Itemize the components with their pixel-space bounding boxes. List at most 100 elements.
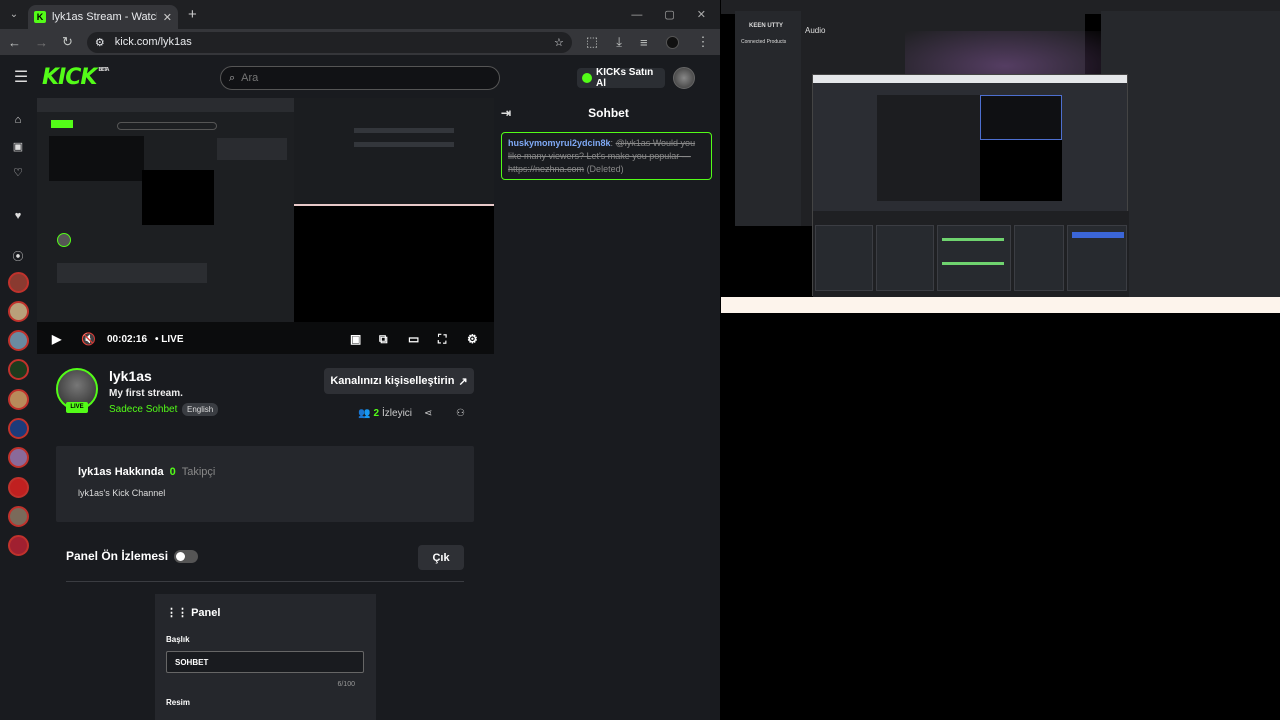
kick-logo[interactable]: KICK BETA <box>42 64 109 90</box>
fullscreen-icon[interactable]: ⛶ <box>438 332 446 347</box>
collapse-chat-icon[interactable]: ⇥ <box>501 106 511 120</box>
minimize-icon[interactable]: — <box>631 9 642 21</box>
toolbar-icons: ⬚ ⤓ ≡ ⋮ <box>586 34 710 50</box>
close-window-icon[interactable]: ✕ <box>697 8 706 21</box>
browser-menu-icon[interactable]: ⋮ <box>697 34 710 50</box>
hamburger-menu-icon[interactable]: ☰ <box>0 67 42 87</box>
viewer-number: 2 <box>373 408 380 419</box>
reload-icon[interactable]: ↻ <box>62 34 73 50</box>
drag-handle-icon[interactable]: ⋮⋮ <box>166 607 188 619</box>
title-input[interactable]: SOHBET <box>166 651 364 673</box>
followed-channel-avatar[interactable] <box>8 359 29 380</box>
tab-strip: ⌄ K lyk1as Stream - Watch Live on K ✕ + … <box>0 0 720 29</box>
chat-deleted-status: (Deleted) <box>586 164 624 174</box>
live-indicator[interactable]: • LIVE <box>155 334 184 345</box>
obs-window <box>812 74 1129 297</box>
followed-channel-avatar[interactable] <box>8 389 29 410</box>
home-icon[interactable]: ⌂ <box>11 113 25 127</box>
panel-preview-toggle[interactable] <box>174 549 199 563</box>
panel-preview-header: Panel Ön İzlemesi <box>66 549 199 563</box>
logo-text: KICK <box>42 64 97 90</box>
chat-username[interactable]: huskymomyrui2ydcin8k <box>508 138 611 148</box>
mirrored-settings-preview <box>294 98 494 206</box>
browser-tab[interactable]: K lyk1as Stream - Watch Live on K ✕ <box>28 5 178 29</box>
play-icon[interactable]: ▶ <box>52 332 61 346</box>
customize-channel-label: Kanalınızı kişiselleştirin <box>330 375 455 387</box>
kick-header: ☰ KICKBETA ⌕ KICKs Satın Al <box>0 55 720 99</box>
obs-titlebar <box>813 75 1127 83</box>
char-counter: 6/100 <box>337 681 355 688</box>
bookmark-star-icon[interactable]: ☆ <box>554 36 564 49</box>
omnibox[interactable]: ⚙ kick.com/lyk1as ☆ <box>86 31 572 53</box>
customize-channel-button[interactable]: Kanalınızı kişiselleştirin ↗ <box>324 368 474 394</box>
maximize-icon[interactable]: ▢ <box>664 8 674 21</box>
search-box[interactable]: ⌕ <box>220 66 500 90</box>
panel-preview-title: Panel Ön İzlemesi <box>66 549 169 563</box>
playback-time: 00:02:16 <box>107 334 148 345</box>
miniplayer-icon[interactable]: ▣ <box>350 332 361 346</box>
buy-kicks-button[interactable]: KICKs Satın Al <box>577 67 665 89</box>
follow-user-icon[interactable]: ⚇ <box>456 408 465 419</box>
followed-channel-avatar[interactable] <box>8 301 29 322</box>
forward-icon[interactable]: → <box>35 35 48 50</box>
new-tab-icon[interactable]: + <box>188 6 197 23</box>
theater-mode-icon[interactable]: ▭ <box>408 332 419 346</box>
channel-description: lyk1as's Kick Channel <box>78 488 166 498</box>
panel-editor-card: ⋮⋮ Panel Başlık SOHBET 6/100 Resim <box>155 594 376 720</box>
about-section: lyk1as Hakkında 0 Takipçi lyk1as's Kick … <box>56 446 474 522</box>
settings-gear-icon[interactable]: ⚙ <box>467 332 478 346</box>
followed-channel-avatar[interactable] <box>8 418 29 439</box>
channel-name: lyk1as <box>109 368 152 384</box>
following-heart-icon[interactable]: ♡ <box>11 166 25 180</box>
muted-volume-icon[interactable]: 🔇 <box>81 332 96 346</box>
viewer-count: 👥 2 İzleyici <box>358 408 412 419</box>
tab-title: lyk1as Stream - Watch Live on K <box>52 11 157 23</box>
left-sidebar: ⌂ ▣ ♡ ♥ ⦿ <box>0 99 36 720</box>
followed-channel-avatar[interactable] <box>8 447 29 468</box>
video-controls: ▶ 🔇 00:02:16 • LIVE ▣ ⧉ ▭ ⛶ ⚙ <box>37 326 494 354</box>
external-link-icon: ↗ <box>458 375 468 388</box>
extensions-icon[interactable]: ⬚ <box>586 34 598 50</box>
stream-category[interactable]: Sadece Sohbet <box>109 404 177 415</box>
section-label: Connected Products <box>741 39 787 45</box>
panel-card-title: Panel <box>191 607 221 619</box>
tab-search-chevron-icon[interactable]: ⌄ <box>0 0 28 29</box>
address-bar: ← → ↻ ⚙ kick.com/lyk1as ☆ ⬚ ⤓ ≡ ⋮ <box>0 29 720 55</box>
share-icon[interactable]: ⋖ <box>424 408 432 419</box>
viewers-icon: 👥 <box>358 408 371 419</box>
beta-badge: BETA <box>98 66 109 73</box>
media-control-icon[interactable]: ≡ <box>640 35 648 50</box>
search-input[interactable] <box>241 72 482 84</box>
favorites-heart-icon[interactable]: ♥ <box>11 209 25 223</box>
close-tab-icon[interactable]: ✕ <box>163 11 172 24</box>
back-icon[interactable]: ← <box>8 35 21 50</box>
buy-kicks-label: KICKs Satın Al <box>596 67 654 89</box>
scenes-dock <box>815 225 873 291</box>
followed-channel-avatar[interactable] <box>8 477 29 498</box>
mirrored-black-area <box>294 206 494 322</box>
browse-icon[interactable]: ▣ <box>11 140 25 154</box>
download-icon[interactable]: ⤓ <box>616 34 622 50</box>
chat-message[interactable]: huskymomyrui2ydcin8k: @lyk1as Would you … <box>501 132 712 180</box>
user-avatar[interactable] <box>673 67 695 89</box>
followed-channel-avatar[interactable] <box>8 535 29 556</box>
video-player[interactable]: ▶ 🔇 00:02:16 • LIVE ▣ ⧉ ▭ ⛶ ⚙ <box>37 98 494 354</box>
profile-avatar-icon[interactable] <box>665 35 679 49</box>
audio-label: Audio <box>805 26 826 35</box>
language-tag[interactable]: English <box>182 403 219 416</box>
follower-count: 0 <box>169 466 176 478</box>
divider <box>66 581 464 582</box>
sources-dock <box>876 225 934 291</box>
live-channels-icon[interactable]: ⦿ <box>11 250 25 264</box>
second-monitor: KEEN UTTY Connected Products Audio <box>721 0 1280 720</box>
followed-channel-avatar[interactable] <box>8 272 29 293</box>
mirrored-browser-preview <box>37 98 294 322</box>
obs-preview <box>877 95 1062 201</box>
site-info-icon[interactable]: ⚙ <box>95 36 105 49</box>
followed-channel-avatar[interactable] <box>8 330 29 351</box>
about-heading: lyk1as Hakkında <box>78 466 164 478</box>
clip-icon[interactable]: ⧉ <box>379 332 388 347</box>
viewer-label: İzleyici <box>382 408 413 419</box>
exit-button[interactable]: Çık <box>418 545 464 570</box>
followed-channel-avatar[interactable] <box>8 506 29 527</box>
